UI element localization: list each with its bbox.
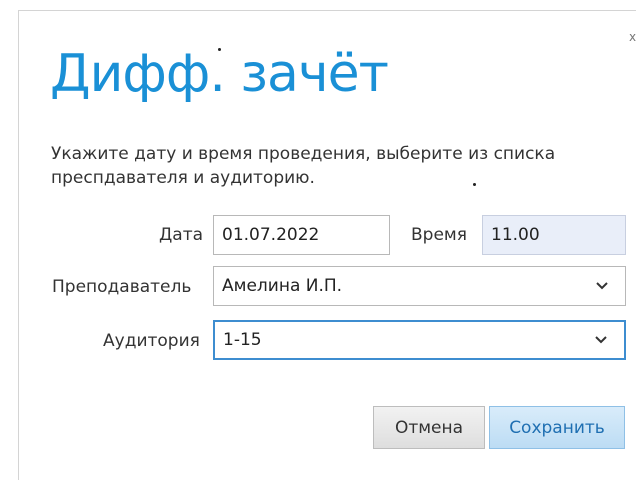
- cancel-button[interactable]: Отмена: [373, 406, 485, 449]
- time-field[interactable]: 11.00: [482, 215, 626, 255]
- save-button[interactable]: Сохранить: [489, 406, 625, 449]
- room-value: 1-15: [223, 330, 262, 350]
- teacher-label: Преподаватель: [52, 277, 192, 297]
- room-label: Аудитория: [103, 331, 200, 351]
- dialog-description: Укажите дату и время проведения, выберит…: [51, 144, 556, 188]
- chevron-down-icon[interactable]: [595, 279, 609, 293]
- time-value: 11.00: [491, 225, 540, 245]
- chevron-down-icon[interactable]: [594, 333, 608, 347]
- teacher-value: Амелина И.П.: [222, 276, 343, 296]
- close-icon[interactable]: x: [629, 31, 636, 43]
- time-label: Время: [411, 225, 467, 245]
- dialog-title: Дифф. зачёт: [50, 44, 389, 104]
- room-select[interactable]: 1-15: [213, 320, 626, 360]
- teacher-select[interactable]: Амелина И.П.: [213, 266, 626, 306]
- date-field[interactable]: 01.07.2022: [213, 215, 390, 255]
- date-label: Дата: [159, 225, 204, 245]
- date-value: 01.07.2022: [222, 225, 320, 245]
